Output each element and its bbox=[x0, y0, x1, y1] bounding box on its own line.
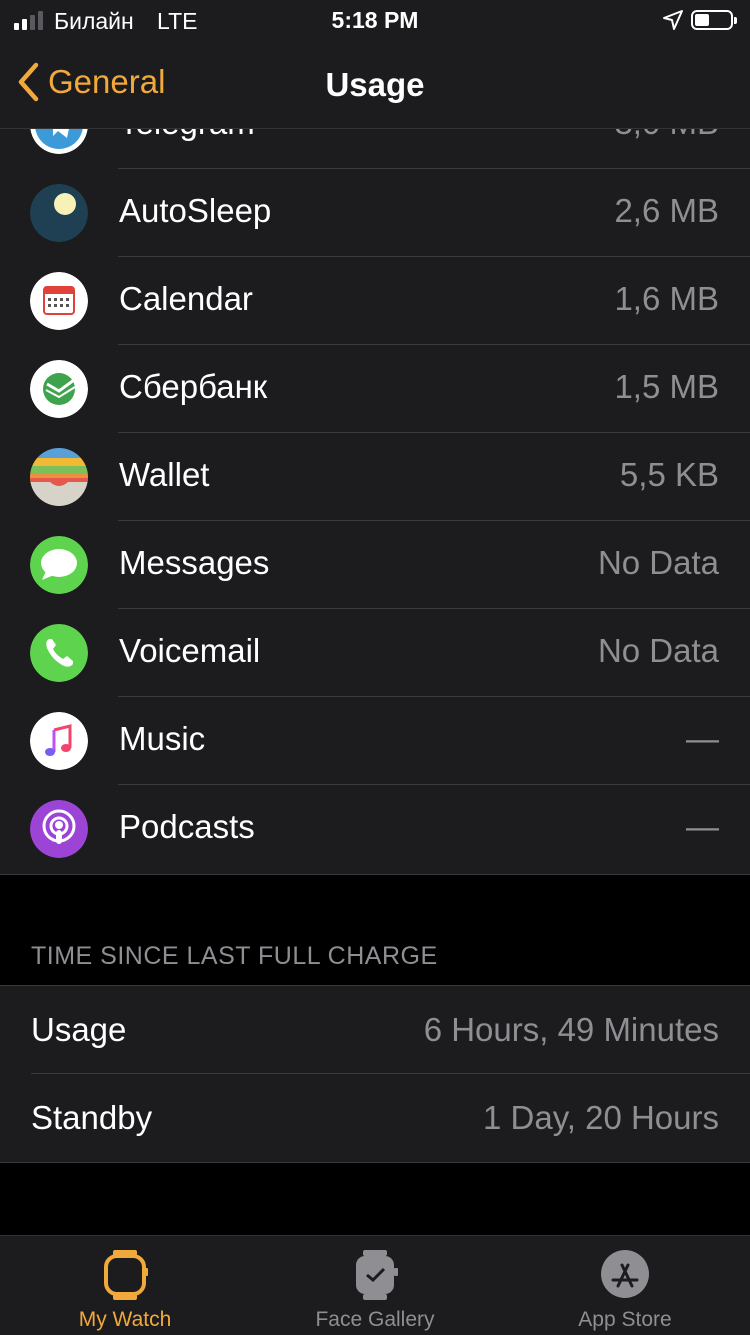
wallet-icon bbox=[30, 448, 88, 506]
app-usage-value: — bbox=[686, 808, 719, 845]
app-usage-value: — bbox=[686, 720, 719, 757]
app-row-telegram: Telegram 3,0 MB bbox=[0, 128, 750, 169]
charge-row-standby: Standby 1 Day, 20 Hours bbox=[0, 1074, 750, 1162]
page-title: Usage bbox=[325, 66, 425, 103]
app-name: Messages bbox=[119, 544, 270, 581]
app-usage-value: No Data bbox=[597, 632, 719, 669]
music-icon bbox=[30, 712, 88, 770]
tab-label: Face Gallery bbox=[315, 1308, 435, 1331]
app-row-messages: Messages No Data bbox=[0, 521, 750, 609]
app-row-wallet: Wallet 5,5 KB bbox=[0, 433, 750, 521]
charge-row-label: Usage bbox=[31, 1011, 127, 1048]
tab-my-watch[interactable]: My Watch bbox=[0, 1236, 250, 1335]
podcasts-icon bbox=[30, 800, 88, 858]
autosleep-icon bbox=[30, 184, 88, 242]
app-name: Wallet bbox=[119, 456, 210, 493]
app-name: Telegram bbox=[119, 128, 255, 142]
status-time: 5:18 PM bbox=[331, 7, 419, 33]
section-header-charge: TIME SINCE LAST FULL CHARGE bbox=[31, 942, 438, 970]
calendar-icon bbox=[30, 272, 88, 330]
app-row-autosleep: AutoSleep 2,6 MB bbox=[0, 169, 750, 257]
watch-icon bbox=[104, 1250, 148, 1300]
app-row-music: Music — bbox=[0, 697, 750, 785]
location-icon bbox=[663, 10, 683, 30]
app-usage-value: 3,0 MB bbox=[614, 128, 719, 142]
face-gallery-icon bbox=[356, 1250, 398, 1300]
app-name: Calendar bbox=[119, 280, 253, 317]
navigation-bar: General Usage bbox=[0, 40, 750, 129]
tab-face-gallery[interactable]: Face Gallery bbox=[250, 1236, 500, 1335]
app-usage-value: 5,5 KB bbox=[619, 456, 719, 493]
tab-label: App Store bbox=[578, 1308, 672, 1331]
app-store-icon bbox=[601, 1250, 649, 1298]
charge-row-value: 1 Day, 20 Hours bbox=[483, 1099, 719, 1136]
app-name: Podcasts bbox=[119, 808, 255, 845]
app-row-calendar: Calendar 1,6 MB bbox=[0, 257, 750, 345]
voicemail-icon bbox=[30, 624, 88, 682]
app-name: Voicemail bbox=[119, 632, 261, 669]
app-usage-value: 2,6 MB bbox=[614, 192, 719, 229]
charge-row-usage: Usage 6 Hours, 49 Minutes bbox=[0, 986, 750, 1074]
app-usage-list[interactable]: Telegram 3,0 MB AutoSleep 2,6 MB Calenda… bbox=[0, 128, 750, 875]
status-bar: Билайн LTE 5:18 PM bbox=[0, 0, 750, 40]
sberbank-icon bbox=[30, 360, 88, 418]
app-row-sberbank: Сбербанк 1,5 MB bbox=[0, 345, 750, 433]
tab-bar: My Watch Face Gallery App Store bbox=[0, 1235, 750, 1335]
charge-row-value: 6 Hours, 49 Minutes bbox=[423, 1011, 719, 1048]
charge-row-label: Standby bbox=[31, 1099, 153, 1136]
app-usage-value: 1,6 MB bbox=[614, 280, 719, 317]
charge-stats-group: Usage 6 Hours, 49 Minutes Standby 1 Day,… bbox=[0, 985, 750, 1163]
app-usage-value: 1,5 MB bbox=[614, 368, 719, 405]
battery-icon bbox=[691, 10, 737, 30]
app-name: Music bbox=[119, 720, 206, 757]
tab-label: My Watch bbox=[78, 1308, 172, 1331]
app-row-podcasts: Podcasts — bbox=[0, 785, 750, 873]
telegram-icon bbox=[30, 128, 88, 154]
app-name: Сбербанк bbox=[119, 368, 268, 405]
app-usage-value: No Data bbox=[597, 544, 719, 581]
messages-icon bbox=[30, 536, 88, 594]
app-row-voicemail: Voicemail No Data bbox=[0, 609, 750, 697]
tab-app-store[interactable]: App Store bbox=[500, 1236, 750, 1335]
app-name: AutoSleep bbox=[119, 192, 272, 229]
